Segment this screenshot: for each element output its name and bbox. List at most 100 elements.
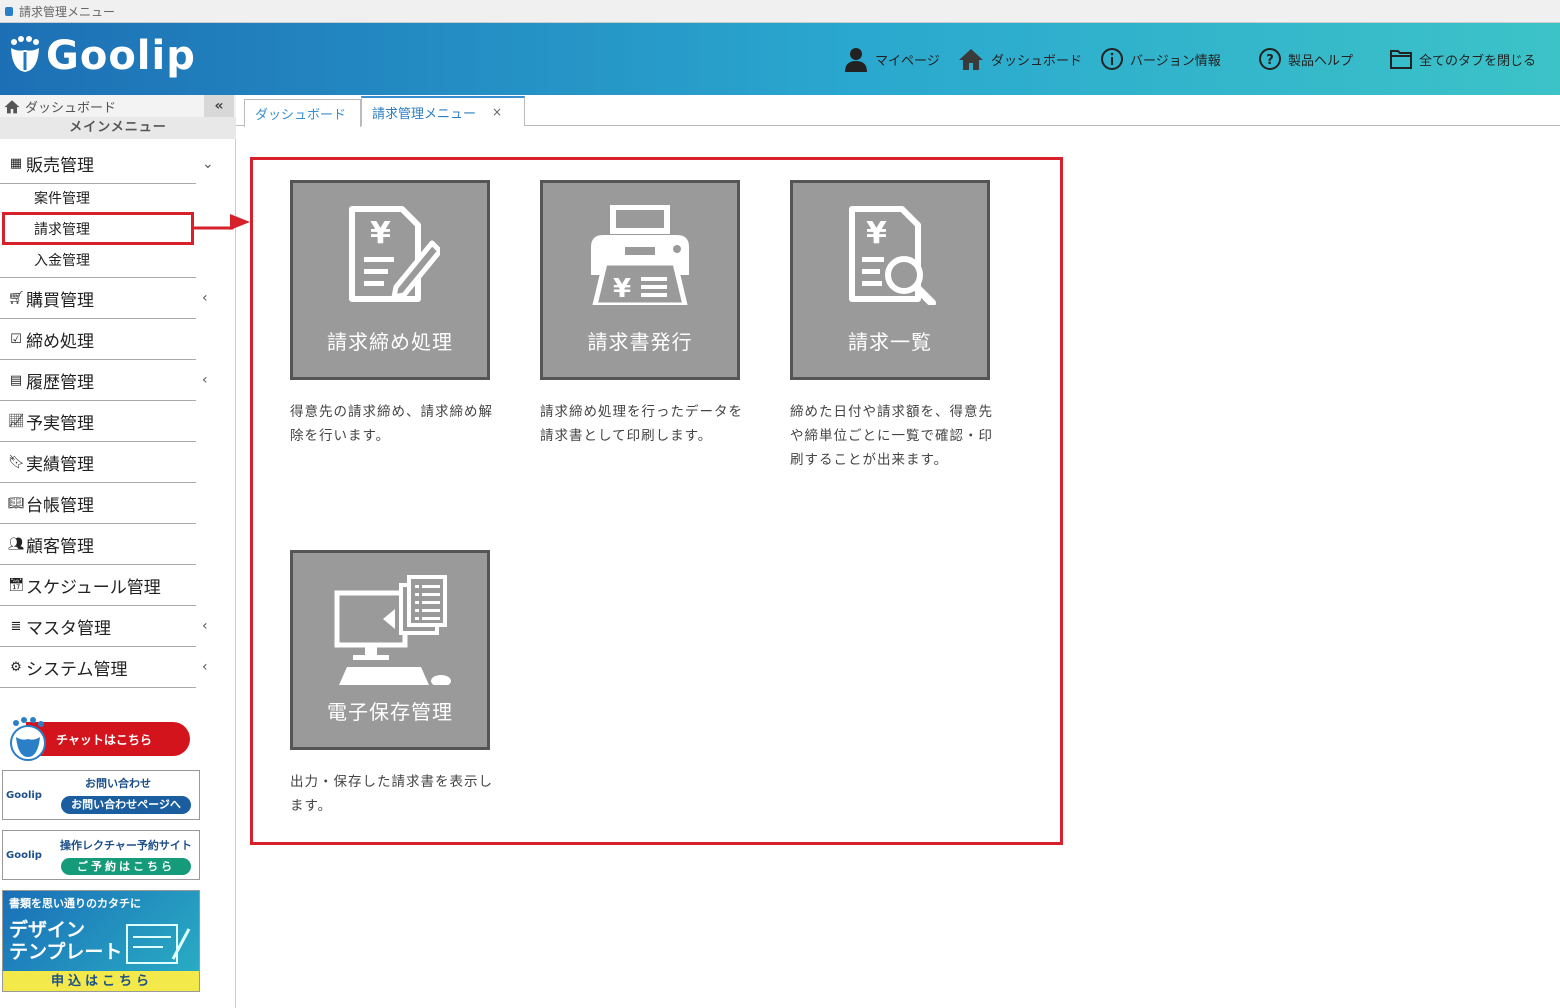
sidebar-item-customers[interactable]: 👥︎ 顧客管理	[0, 524, 196, 565]
sidebar-item-system[interactable]: ⚙ システム管理 ‹	[0, 647, 208, 688]
logo[interactable]: Goolip	[8, 33, 196, 79]
sidebar-item-purchasing[interactable]: 🛒︎ 購買管理 ‹	[0, 278, 208, 319]
sidebar-item-label: 販売管理	[26, 156, 94, 176]
tab-dashboard[interactable]: ダッシュボード	[244, 99, 361, 127]
inquiry-title: お問い合わせ	[85, 777, 151, 790]
design-template-banner[interactable]: 書類を思い通りのカタチに デザイン テンプレート 申込はこちら	[2, 890, 200, 992]
history-icon: ▤	[9, 372, 23, 388]
cart-icon: 🛒︎	[8, 290, 25, 306]
user-icon	[845, 48, 867, 72]
sidebar-subitem-projects[interactable]: 案件管理	[34, 188, 90, 208]
close-icon[interactable]: ×	[492, 105, 502, 119]
invoice-list-tile[interactable]: ¥ 請求一覧	[790, 180, 990, 380]
lecture-brand: Goolip	[6, 850, 42, 861]
home-icon	[4, 100, 20, 114]
chevron-left-icon: ‹	[202, 372, 208, 388]
lecture-button: ご予約はこちら	[61, 858, 191, 875]
app-icon	[5, 7, 13, 16]
lecture-banner[interactable]: Goolip 操作レクチャー予約サイト ご予約はこちら	[2, 830, 200, 880]
e-storage-description: 出力・保存した請求書を表示します。	[290, 774, 493, 814]
sidebar-item-schedule[interactable]: 📅︎ スケジュール管理	[0, 565, 196, 606]
template-tagline: 書類を思い通りのカタチに	[9, 897, 141, 910]
sidebar-item-label: 予実管理	[26, 413, 94, 434]
window-title: 請求管理メニュー	[19, 4, 116, 19]
chevron-left-icon: ‹	[202, 618, 208, 634]
close-all-tabs-link[interactable]: 全てのタブを閉じる	[1389, 23, 1536, 95]
tile-label: 電子保存管理	[327, 700, 453, 724]
home-icon	[959, 49, 983, 70]
dashboard-link[interactable]: ダッシュボード	[957, 23, 1082, 95]
dashboard-label: ダッシュボード	[991, 53, 1083, 69]
chevron-left-icon: ‹	[202, 659, 208, 675]
svg-text:?: ?	[1266, 53, 1274, 68]
template-apply-button: 申込はこちら	[3, 971, 199, 991]
help-icon: ?	[1259, 48, 1281, 70]
tile-label: 請求締め処理	[327, 330, 453, 354]
sidebar-item-sales[interactable]: ▦ 販売管理 ⌄	[0, 144, 214, 184]
invoice-search-icon: ¥	[849, 206, 936, 305]
tab-label: 請求管理メニュー	[372, 106, 477, 122]
invoice-issue-tile[interactable]: ¥ 請求書発行	[540, 180, 740, 380]
chat-banner[interactable]: チャットはこちら	[6, 717, 190, 761]
store-icon: ▦	[9, 156, 23, 171]
svg-text:¥: ¥	[613, 274, 631, 304]
sidebar-item-master[interactable]: ≣ マスタ管理 ‹	[0, 606, 208, 647]
sidebar-item-label: スケジュール管理	[26, 577, 161, 598]
highlight-arrow-icon	[192, 214, 250, 230]
svg-text:¥: ¥	[370, 216, 391, 251]
version-info-link[interactable]: バージョン情報	[1100, 23, 1221, 95]
tile-label: 請求書発行	[587, 330, 693, 354]
computer-document-icon	[334, 575, 451, 685]
close-all-tabs-label: 全てのタブを閉じる	[1419, 53, 1537, 69]
goolip-logo-icon	[11, 36, 39, 72]
tab-billing-menu[interactable]: 請求管理メニュー ×	[361, 96, 525, 126]
version-info-label: バージョン情報	[1130, 53, 1221, 69]
invoice-list-description: 締めた日付や請求額を、得意先や締単位ごとに一覧で確認・印刷することが出来ます。	[790, 404, 993, 468]
info-icon	[1101, 48, 1123, 70]
bookmark-icon: 🔖︎	[8, 454, 25, 470]
sidebar-item-label: 購買管理	[26, 290, 94, 311]
sidebar-item-label: 締め処理	[26, 331, 94, 352]
check-box-icon: ☑	[10, 331, 22, 347]
calendar-icon: 📅︎	[8, 577, 25, 593]
logo-text: Goolip	[46, 33, 196, 79]
sidebar-subitem-payments[interactable]: 入金管理	[34, 250, 90, 270]
chevron-left-icon: ‹	[202, 290, 208, 306]
sidebar-item-label: 顧客管理	[26, 536, 94, 557]
goolip-mascot-icon	[10, 717, 46, 761]
mypage-link[interactable]: マイページ	[843, 23, 940, 95]
database-icon: ≣	[10, 618, 22, 634]
sidebar-item-label: 台帳管理	[26, 495, 94, 516]
sidebar-item-closing[interactable]: ☑ 締め処理	[0, 319, 196, 360]
sidebar-item-label: システム管理	[26, 659, 128, 680]
book-icon: 📖︎	[8, 495, 25, 511]
mypage-label: マイページ	[875, 53, 940, 69]
sidebar-item-label: マスタ管理	[26, 618, 111, 639]
sidebar-item-label: 履歴管理	[26, 372, 94, 393]
tab-bar: ダッシュボード 請求管理メニュー ×	[236, 95, 1560, 127]
sidebar-item-label: 実績管理	[26, 454, 94, 475]
line-chart-icon: 📈︎	[8, 413, 25, 429]
chat-banner-label: チャットはこちら	[26, 722, 190, 756]
inquiry-banner[interactable]: Goolip お問い合わせ お問い合わせページへ	[2, 770, 200, 820]
sidebar-dashboard-link[interactable]: ダッシュボード	[3, 97, 116, 116]
printer-icon: ¥	[591, 205, 689, 305]
folder-icon	[1390, 50, 1412, 69]
tab-label: ダッシュボード	[255, 108, 347, 123]
inquiry-brand: Goolip	[6, 790, 42, 801]
sidebar-item-history[interactable]: ▤ 履歴管理 ‹	[0, 360, 208, 401]
gear-icon: ⚙	[10, 659, 22, 675]
sidebar-collapse-button[interactable]: «	[204, 95, 234, 117]
e-storage-tile[interactable]: 電子保存管理	[290, 550, 490, 750]
help-link[interactable]: ? 製品ヘルプ	[1258, 23, 1353, 95]
lecture-title: 操作レクチャー予約サイト	[60, 839, 192, 852]
sidebar-item-ledger[interactable]: 📖︎ 台帳管理	[0, 483, 196, 524]
chevron-down-icon: ⌄	[202, 155, 214, 172]
billing-closing-tile[interactable]: ¥ 請求締め処理	[290, 180, 490, 380]
svg-text:¥: ¥	[866, 216, 887, 251]
sidebar-item-budget[interactable]: 📈︎ 予実管理	[0, 401, 196, 442]
template-title-line2: テンプレート	[9, 941, 123, 963]
sidebar-item-results[interactable]: 🔖︎ 実績管理	[0, 442, 196, 483]
template-document-icon	[126, 924, 191, 964]
users-icon: 👥︎	[8, 536, 25, 552]
